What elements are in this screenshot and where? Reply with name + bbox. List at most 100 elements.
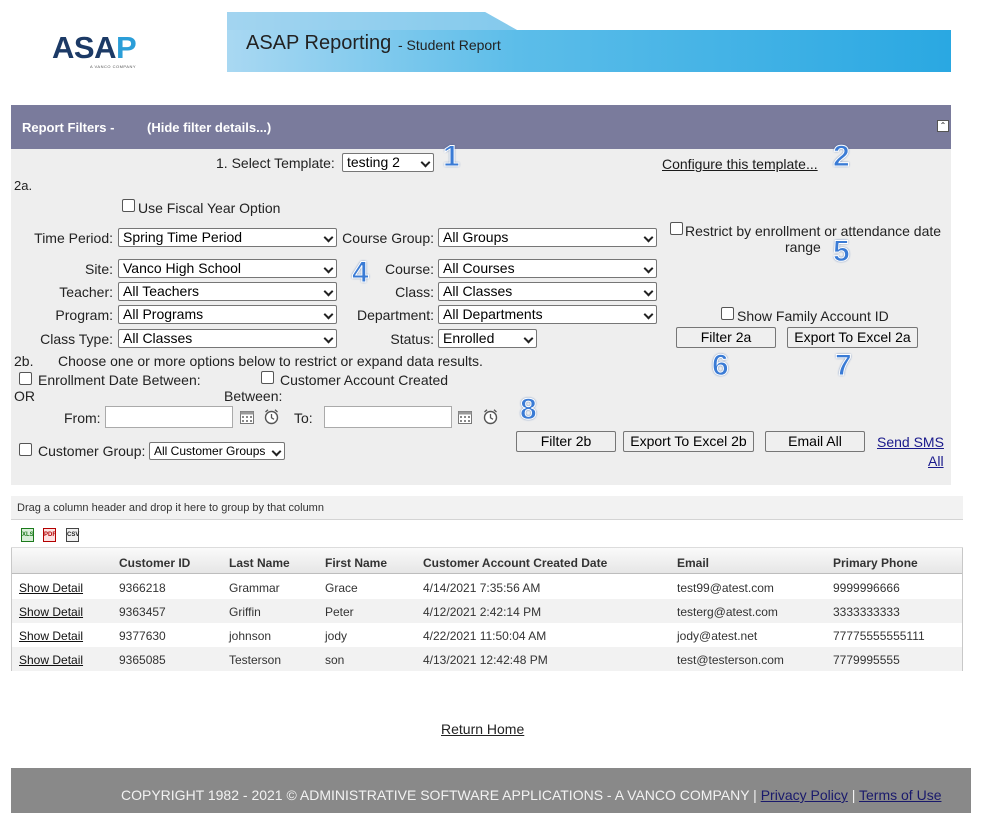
cell-created-date: 4/22/2021 11:50:04 AM — [423, 629, 547, 643]
course-group-label: Course Group: — [342, 230, 434, 246]
customer-group-select[interactable]: All Customer Groups — [149, 442, 285, 460]
time-period-select[interactable]: Spring Time Period — [118, 228, 337, 247]
col-created-date[interactable]: Customer Account Created Date — [423, 556, 607, 570]
enrollment-date-label: Enrollment Date Between: — [38, 372, 201, 388]
col-customer-id[interactable]: Customer ID — [119, 556, 190, 570]
cell-first-name: son — [325, 653, 345, 667]
cell-created-date: 4/13/2021 12:42:48 PM — [423, 653, 548, 667]
teacher-select[interactable]: All Teachers — [118, 282, 337, 301]
copyright-text: COPYRIGHT 1982 - 2021 © ADMINISTRATIVE S… — [121, 787, 757, 803]
send-sms-all-link-2[interactable]: All — [928, 453, 944, 469]
cell-customer-id: 9366218 — [119, 581, 166, 595]
callout-1: 1 — [443, 140, 461, 174]
email-all-button[interactable]: Email All — [765, 431, 865, 452]
cell-customer-id: 9363457 — [119, 605, 166, 619]
col-primary-phone[interactable]: Primary Phone — [833, 556, 918, 570]
restrict-date-range-label-2: range — [785, 239, 821, 255]
privacy-policy-link[interactable]: Privacy Policy — [761, 787, 848, 803]
export-excel-2a-button[interactable]: Export To Excel 2a — [787, 327, 918, 348]
cell-last-name: Grammar — [229, 581, 280, 595]
export-pdf-icon[interactable]: PDF — [43, 528, 56, 542]
show-family-account-checkbox[interactable] — [721, 307, 734, 320]
footer-text: COPYRIGHT 1982 - 2021 © ADMINISTRATIVE S… — [121, 787, 941, 803]
cell-email: testerg@atest.com — [677, 605, 778, 619]
to-label: To: — [294, 410, 313, 426]
or-label: OR — [14, 388, 35, 404]
callout-8: 8 — [520, 393, 538, 427]
callout-6: 6 — [712, 349, 730, 383]
show-detail-link[interactable]: Show Detail — [19, 653, 83, 667]
page-title: ASAP Reporting — [246, 32, 392, 54]
col-last-name[interactable]: Last Name — [229, 556, 290, 570]
status-label: Status: — [390, 331, 434, 347]
calendar-icon[interactable] — [457, 409, 473, 425]
status-select[interactable]: Enrolled — [438, 329, 537, 348]
from-label: From: — [64, 410, 101, 426]
cell-first-name: Peter — [325, 605, 354, 619]
col-email[interactable]: Email — [677, 556, 709, 570]
terms-of-use-link[interactable]: Terms of Use — [859, 787, 941, 803]
filter-2a-button[interactable]: Filter 2a — [676, 327, 776, 348]
teacher-label: Teacher: — [59, 284, 113, 300]
page-subtitle: - Student Report — [398, 37, 501, 53]
grid-toolbar — [11, 520, 963, 548]
hide-filter-details-link[interactable]: (Hide filter details...) — [147, 120, 271, 135]
show-family-account-label: Show Family Account ID — [737, 308, 889, 324]
department-select[interactable]: All Departments — [438, 305, 657, 324]
cell-phone: 3333333333 — [833, 605, 900, 619]
class-select[interactable]: All Classes — [438, 282, 657, 301]
customer-group-label: Customer Group: — [38, 443, 146, 459]
logo-tagline: A VANCO COMPANY — [90, 64, 137, 69]
cell-last-name: johnson — [229, 629, 272, 643]
export-excel-2b-button[interactable]: Export To Excel 2b — [623, 431, 754, 452]
cell-first-name: Grace — [325, 581, 358, 595]
to-date-input[interactable] — [324, 406, 452, 428]
section-2b-label: 2b. — [14, 353, 34, 369]
fiscal-year-checkbox[interactable] — [122, 199, 135, 212]
show-detail-link[interactable]: Show Detail — [19, 605, 83, 619]
restrict-date-range-label: Restrict by enrollment or attendance dat… — [685, 223, 942, 239]
site-select[interactable]: Vanco High School — [118, 259, 337, 278]
export-xls-icon[interactable]: XLS — [21, 528, 34, 542]
cell-email: test@testerson.com — [677, 653, 784, 667]
select-template-label: 1. Select Template: — [216, 155, 335, 171]
show-detail-link[interactable]: Show Detail — [19, 629, 83, 643]
cell-customer-id: 9365085 — [119, 653, 166, 667]
department-label: Department: — [356, 307, 434, 323]
clock-icon[interactable] — [482, 408, 499, 425]
configure-template-link[interactable]: Configure this template... — [662, 156, 818, 172]
asap-logo: ASAP — [52, 30, 137, 65]
template-select[interactable]: testing 2 — [342, 153, 434, 172]
cell-email: jody@atest.net — [677, 629, 758, 643]
return-home-link[interactable]: Return Home — [441, 721, 524, 737]
cell-phone: 7779995555 — [833, 653, 900, 667]
enrollment-date-checkbox[interactable] — [19, 372, 32, 385]
collapse-icon[interactable]: ⌃ — [937, 120, 949, 132]
col-first-name[interactable]: First Name — [325, 556, 387, 570]
restrict-date-range-checkbox[interactable] — [670, 222, 683, 235]
send-sms-all-link[interactable]: Send SMS — [877, 434, 944, 450]
group-by-hint: Drag a column header and drop it here to… — [17, 502, 324, 514]
fiscal-year-label: Use Fiscal Year Option — [138, 200, 281, 216]
customer-group-checkbox[interactable] — [19, 443, 32, 456]
course-select[interactable]: All Courses — [438, 259, 657, 278]
program-select[interactable]: All Programs — [118, 305, 337, 324]
section-2b-instructions: Choose one or more options below to rest… — [58, 353, 483, 369]
filter-2b-button[interactable]: Filter 2b — [516, 431, 616, 452]
course-group-select[interactable]: All Groups — [438, 228, 657, 247]
clock-icon[interactable] — [263, 408, 280, 425]
show-detail-link[interactable]: Show Detail — [19, 581, 83, 595]
class-label: Class: — [395, 284, 434, 300]
callout-7: 7 — [835, 349, 853, 383]
from-date-input[interactable] — [105, 406, 233, 428]
cell-phone: 77775555555111 — [833, 629, 925, 643]
cell-customer-id: 9377630 — [119, 629, 166, 643]
calendar-icon[interactable] — [239, 409, 255, 425]
program-label: Program: — [55, 307, 113, 323]
callout-2: 2 — [833, 140, 851, 174]
cell-created-date: 4/12/2021 2:42:14 PM — [423, 605, 542, 619]
class-type-label: Class Type: — [40, 331, 113, 347]
export-csv-icon[interactable]: CSV — [66, 528, 79, 542]
class-type-select[interactable]: All Classes — [118, 329, 337, 348]
customer-created-checkbox[interactable] — [261, 371, 274, 384]
